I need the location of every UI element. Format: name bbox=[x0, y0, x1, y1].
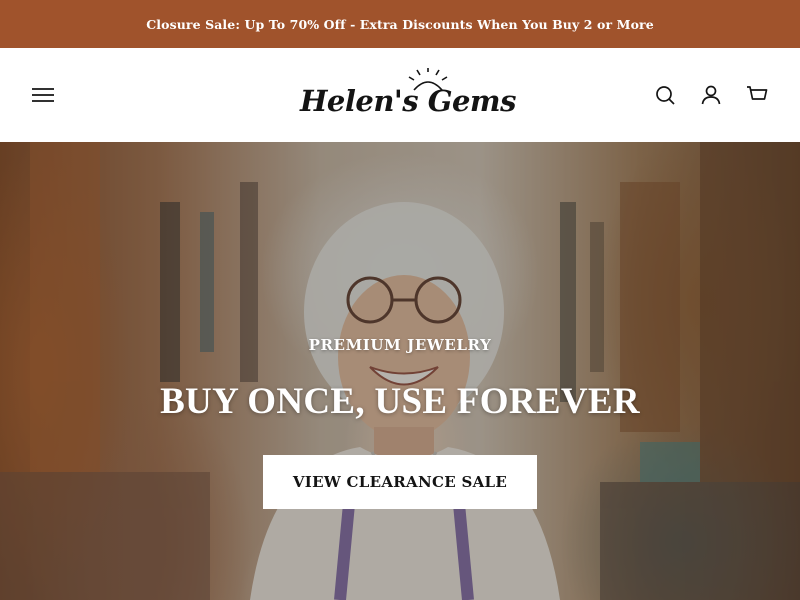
search-icon bbox=[656, 86, 675, 105]
site-header: Helen's Gems bbox=[0, 48, 800, 142]
hero-title: BUY ONCE, USE FOREVER bbox=[160, 381, 640, 422]
hero-banner: PREMIUM JEWELRY BUY ONCE, USE FOREVER VI… bbox=[0, 142, 800, 600]
view-clearance-sale-button[interactable]: VIEW CLEARANCE SALE bbox=[263, 455, 537, 509]
cart-icon bbox=[747, 86, 768, 100]
hero-eyebrow: PREMIUM JEWELRY bbox=[308, 336, 492, 354]
account-icon bbox=[701, 85, 721, 105]
logo-text: Helen's Gems bbox=[300, 84, 516, 118]
search-button[interactable] bbox=[654, 84, 676, 106]
cart-button[interactable] bbox=[746, 84, 768, 106]
site-logo[interactable]: Helen's Gems bbox=[296, 64, 516, 124]
menu-icon bbox=[32, 88, 54, 102]
menu-button[interactable] bbox=[30, 82, 56, 108]
announcement-bar: Closure Sale: Up To 70% Off - Extra Disc… bbox=[0, 0, 800, 48]
announcement-text: Closure Sale: Up To 70% Off - Extra Disc… bbox=[146, 16, 654, 32]
account-button[interactable] bbox=[700, 84, 722, 106]
hero-content: PREMIUM JEWELRY BUY ONCE, USE FOREVER VI… bbox=[0, 142, 800, 600]
